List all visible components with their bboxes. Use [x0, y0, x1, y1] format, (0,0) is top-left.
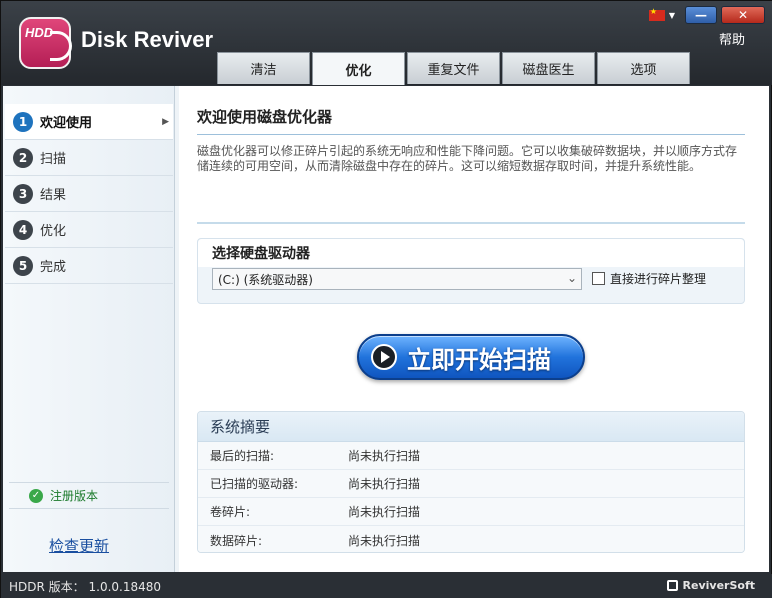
help-link[interactable]: 帮助: [719, 29, 745, 48]
summary-title: 系统摘要: [198, 412, 744, 442]
sidebar: 1 欢迎使用 ▶ 2 扫描 3 结果 4 优化 5 完成 ✓ 注册版本 检查更新: [3, 86, 175, 572]
summary-row: 已扫描的驱动器: 尚未执行扫描: [198, 470, 744, 498]
summary-key: 最后的扫描:: [210, 449, 275, 463]
summary-key: 数据碎片:: [210, 533, 263, 548]
summary-key: 卷碎片:: [210, 505, 251, 519]
hdd-logo: HDD: [19, 17, 72, 69]
check-circle-icon: ✓: [29, 488, 43, 503]
sidebar-item-results[interactable]: 3 结果: [5, 176, 173, 212]
sidebar-item-label: 优化: [40, 224, 67, 239]
start-scan-label: 立即开始扫描: [407, 345, 551, 374]
window-controls: ▼ — ✕: [648, 5, 765, 25]
summary-row: 最后的扫描: 尚未执行扫描: [198, 442, 744, 470]
content-area: 1 欢迎使用 ▶ 2 扫描 3 结果 4 优化 5 完成 ✓ 注册版本 检查更新…: [3, 86, 769, 572]
divider: [197, 134, 745, 135]
summary-row: 卷碎片: 尚未执行扫描: [198, 498, 744, 526]
drive-section-label: 选择硬盘驱动器: [212, 246, 310, 262]
registered-label: 注册版本: [50, 489, 99, 503]
summary-row: 数据碎片: 尚未执行扫描: [198, 526, 744, 552]
version-label: HDDR 版本：: [9, 580, 85, 594]
sidebar-item-label: 结果: [40, 188, 67, 203]
sidebar-item-optimize[interactable]: 4 优化: [5, 212, 173, 248]
sidebar-item-label: 完成: [40, 260, 67, 275]
version-value: 1.0.0.18480: [88, 580, 162, 594]
logo-ring-icon: [50, 31, 72, 61]
drive-selection-panel: 选择硬盘驱动器 (C:) (系统驱动器) ⌄ 直接进行碎片整理: [197, 238, 745, 304]
play-icon: [371, 344, 397, 370]
step-number-badge: 1: [13, 111, 33, 132]
summary-value: 尚未执行扫描: [348, 533, 421, 548]
language-dropdown-icon[interactable]: ▼: [669, 11, 675, 20]
close-button[interactable]: ✕: [721, 6, 765, 24]
tab-options[interactable]: 选项: [597, 52, 690, 84]
step-number-badge: 5: [13, 255, 33, 276]
tab-disk-doctor[interactable]: 磁盘医生: [502, 52, 595, 84]
divider: [9, 508, 169, 509]
sidebar-item-label: 扫描: [40, 152, 67, 167]
summary-key: 已扫描的驱动器:: [210, 477, 299, 491]
minimize-button[interactable]: —: [685, 6, 717, 24]
step-number-badge: 4: [13, 219, 33, 240]
title-bar: HDD Disk Reviver ▼ — ✕ 帮助 清洁 优化 重复文件 磁盘医…: [1, 1, 772, 85]
sidebar-item-scan[interactable]: 2 扫描: [5, 140, 173, 176]
summary-value: 尚未执行扫描: [348, 505, 421, 519]
main-tabs: 清洁 优化 重复文件 磁盘医生 选项: [217, 52, 690, 85]
main-panel: 欢迎使用磁盘优化器 磁盘优化器可以修正碎片引起的系统无响应和性能下降问题。它可以…: [179, 86, 769, 572]
sidebar-item-finish[interactable]: 5 完成: [5, 248, 173, 284]
drive-select[interactable]: (C:) (系统驱动器) ⌄: [212, 268, 582, 290]
status-bar: HDDR 版本： 1.0.0.18480 ReviverSoft: [1, 574, 772, 598]
summary-value: 尚未执行扫描: [348, 477, 421, 491]
tab-optimize[interactable]: 优化: [312, 52, 405, 85]
divider: [197, 222, 745, 224]
language-flag-icon[interactable]: [648, 7, 665, 21]
brand-logo: ReviverSoft: [666, 579, 755, 592]
check-update-link[interactable]: 检查更新: [49, 535, 109, 556]
version-info: HDDR 版本： 1.0.0.18480: [9, 578, 161, 595]
system-summary-panel: 系统摘要 最后的扫描: 尚未执行扫描 已扫描的驱动器: 尚未执行扫描 卷碎片: …: [197, 411, 745, 553]
chevron-right-icon: ▶: [162, 116, 169, 127]
defrag-checkbox-label: 直接进行碎片整理: [610, 272, 707, 286]
brand-name: ReviverSoft: [682, 579, 755, 592]
tab-clean[interactable]: 清洁: [217, 52, 310, 84]
defrag-checkbox-row[interactable]: 直接进行碎片整理: [592, 270, 706, 287]
sidebar-item-label: 欢迎使用: [40, 116, 93, 131]
page-title: 欢迎使用磁盘优化器: [197, 108, 333, 126]
chevron-down-icon: ⌄: [566, 271, 577, 285]
defrag-checkbox[interactable]: [592, 272, 605, 285]
reviversoft-icon: [666, 580, 678, 591]
app-window: HDD Disk Reviver ▼ — ✕ 帮助 清洁 优化 重复文件 磁盘医…: [0, 0, 772, 598]
start-scan-button[interactable]: 立即开始扫描: [357, 334, 585, 380]
app-title: Disk Reviver: [81, 27, 214, 52]
step-number-badge: 2: [13, 147, 33, 168]
step-list: 1 欢迎使用 ▶ 2 扫描 3 结果 4 优化 5 完成: [5, 104, 173, 284]
summary-value: 尚未执行扫描: [348, 449, 421, 463]
divider: [9, 482, 169, 483]
page-description: 磁盘优化器可以修正碎片引起的系统无响应和性能下降问题。它可以收集破碎数据块，并以…: [197, 144, 738, 173]
step-number-badge: 3: [13, 183, 33, 204]
tab-duplicate-files[interactable]: 重复文件: [407, 52, 500, 84]
drive-select-value: (C:) (系统驱动器): [218, 272, 313, 287]
registered-status: ✓ 注册版本: [29, 487, 98, 504]
sidebar-item-welcome[interactable]: 1 欢迎使用 ▶: [5, 104, 173, 140]
